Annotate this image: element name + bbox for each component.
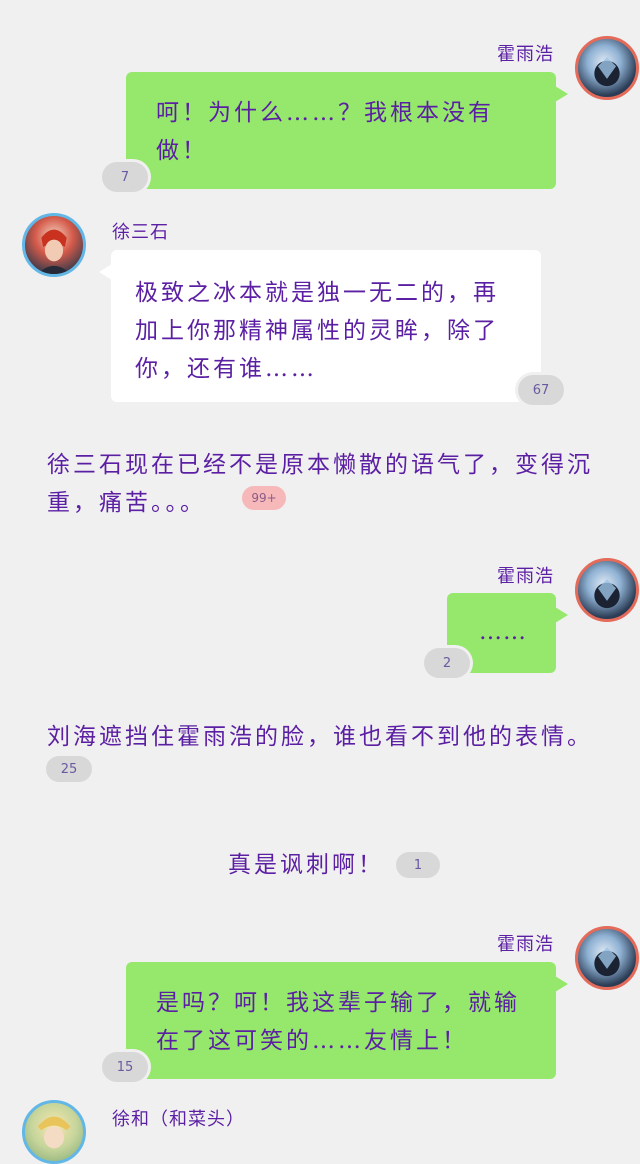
message-text: 呵！为什么……？我根本没有做！ (156, 100, 494, 164)
message-text: 极致之冰本就是独一无二的，再加上你那精神属性的灵眸，除了你，还有谁…… (135, 280, 499, 382)
comment-count-badge[interactable]: 15 (102, 1052, 148, 1082)
comment-count: 7 (120, 169, 130, 185)
comment-count: 2 (442, 655, 452, 671)
comment-count-badge[interactable]: 25 (46, 756, 92, 782)
comment-count-badge[interactable]: 1 (396, 852, 440, 878)
message-bubble[interactable]: 是吗？呵！我这辈子输了，就输在了这可笑的……友情上！ (126, 962, 568, 1079)
comment-count: 15 (116, 1059, 134, 1075)
message-bubble[interactable]: 呵！为什么……？我根本没有做！ (126, 72, 568, 189)
narration-text-content: 真是讽刺啊！ (228, 852, 384, 878)
narration-text-content: 徐三石现在已经不是原本懒散的语气了，变得沉重，痛苦。。。 (47, 452, 593, 516)
message-bubble[interactable]: 极致之冰本就是独一无二的，再加上你那精神属性的灵眸，除了你，还有谁…… (99, 250, 541, 402)
comment-count: 25 (60, 761, 78, 777)
message-text: 是吗？呵！我这辈子输了，就输在了这可笑的……友情上！ (156, 990, 520, 1054)
narration-text-content: 刘海遮挡住霍雨浩的脸，谁也看不到他的表情。 (47, 724, 593, 750)
avatar-huo-yuhao-icon[interactable] (575, 36, 639, 100)
avatar-xu-sanshi-icon[interactable] (22, 213, 86, 277)
comment-count-badge[interactable]: 67 (518, 375, 564, 405)
comment-count: 99+ (251, 491, 277, 505)
comment-count: 1 (413, 857, 423, 873)
sender-name: 徐和（和菜头） (112, 1109, 245, 1130)
message-text: …… (479, 619, 527, 645)
sender-name: 霍雨浩 (497, 566, 554, 587)
sender-name: 徐三石 (112, 222, 169, 243)
sender-name: 霍雨浩 (497, 934, 554, 955)
avatar-xu-he-icon[interactable] (22, 1100, 86, 1164)
narration-text: 真是讽刺啊！ (228, 846, 384, 884)
narration-text: 刘海遮挡住霍雨浩的脸，谁也看不到他的表情。 (47, 718, 637, 756)
avatar-huo-yuhao-icon[interactable] (575, 558, 639, 622)
comment-count: 67 (532, 382, 550, 398)
narration-text: 徐三石现在已经不是原本懒散的语气了，变得沉重，痛苦。。。 (47, 446, 637, 522)
comment-count-badge[interactable]: 2 (424, 648, 470, 678)
sender-name: 霍雨浩 (497, 44, 554, 65)
comment-count-badge[interactable]: 99+ (242, 486, 286, 510)
comment-count-badge[interactable]: 7 (102, 162, 148, 192)
avatar-huo-yuhao-icon[interactable] (575, 926, 639, 990)
